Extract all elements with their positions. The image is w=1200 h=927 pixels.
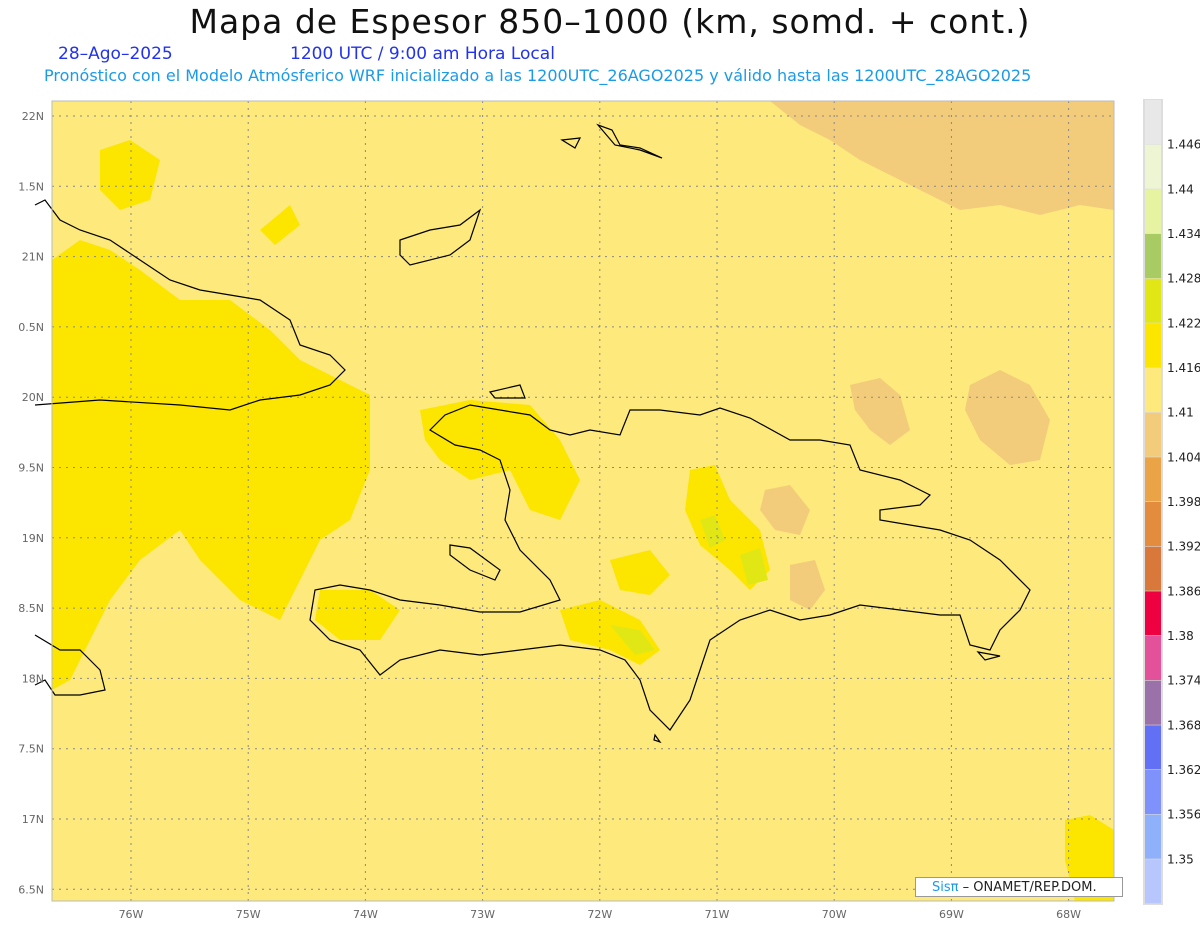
colorbar-swatch [1145, 725, 1161, 770]
forecast-date: 28–Ago–2025 [58, 44, 173, 64]
colorbar-label: 1.41 [1167, 406, 1194, 420]
colorbar-swatch [1145, 546, 1161, 591]
colorbar-label: 1.374 [1167, 674, 1200, 688]
colorbar-swatch [1145, 323, 1161, 368]
colorbar-label: 1.398 [1167, 495, 1200, 509]
thickness-map: 22N 1.5N 21N 0.5N 20N 9.5N 19N 8.5N 18N 7.5N 17N 6.… [18, 99, 1200, 921]
colorbar-swatch [1145, 680, 1161, 725]
lon-tick-label: 73W [470, 908, 495, 921]
colorbar-label: 1.404 [1167, 450, 1200, 464]
credit-text: – ONAMET/REP.DOM. [958, 880, 1097, 895]
colorbar-swatch [1145, 457, 1161, 502]
lat-tick-label: 8.5N [18, 602, 44, 615]
colorbar-swatch [1145, 278, 1161, 323]
colorbar-label: 1.422 [1167, 316, 1200, 330]
colorbar-swatch [1145, 636, 1161, 681]
colorbar-swatch [1145, 591, 1161, 636]
lat-tick-label: 19N [22, 532, 44, 545]
colorbar-swatch [1145, 502, 1161, 547]
colorbar-swatch [1145, 100, 1161, 145]
lat-tick-label: 20N [22, 391, 44, 404]
colorbar-label: 1.386 [1167, 584, 1200, 598]
lon-tick-label: 72W [587, 908, 612, 921]
credit-box: Sisπ – ONAMET/REP.DOM. [915, 877, 1123, 897]
lat-tick-label: 21N [22, 251, 44, 264]
lat-tick-label: 22N [22, 110, 44, 123]
colorbar-swatch [1145, 859, 1161, 904]
lat-tick-label: 7.5N [18, 743, 44, 756]
lon-tick-label: 70W [822, 908, 847, 921]
colorbar-label: 1.38 [1167, 629, 1194, 643]
lat-tick-label: 9.5N [18, 462, 44, 475]
map-title: Mapa de Espesor 850–1000 (km, somd. + co… [189, 2, 1031, 41]
lon-tick-label: 75W [236, 908, 261, 921]
thickness-field [52, 101, 1114, 901]
lat-tick-label: 6.5N [18, 883, 44, 896]
colorbar-label: 1.368 [1167, 718, 1200, 732]
colorbar-label: 1.428 [1167, 272, 1200, 286]
lon-tick-label: 74W [353, 908, 378, 921]
lat-tick-label: 1.5N [18, 180, 44, 193]
colorbar-swatch [1145, 234, 1161, 279]
colorbar-swatch [1145, 412, 1161, 457]
colorbar-label: 1.446 [1167, 138, 1200, 152]
colorbar-label: 1.356 [1167, 808, 1200, 822]
lon-tick-label: 68W [1056, 908, 1081, 921]
colorbar-swatch [1145, 189, 1161, 234]
lon-tick-label: 69W [939, 908, 964, 921]
model-subtitle: Pronóstico con el Modelo Atmósferico WRF… [44, 66, 1032, 85]
lat-tick-label: 18N [22, 672, 44, 685]
lon-tick-label: 71W [705, 908, 730, 921]
colorbar-label: 1.392 [1167, 540, 1200, 554]
colorbar: 1.446 1.44 1.434 1.428 1.422 1.416 1.41 1.404 1.… [1143, 99, 1200, 905]
colorbar-label: 1.362 [1167, 763, 1200, 777]
colorbar-swatch [1145, 368, 1161, 413]
colorbar-swatch [1145, 770, 1161, 815]
forecast-time: 1200 UTC / 9:00 am Hora Local [290, 44, 555, 64]
colorbar-swatch [1145, 144, 1161, 189]
colorbar-label: 1.416 [1167, 361, 1200, 375]
colorbar-label: 1.434 [1167, 227, 1200, 241]
lat-tick-label: 0.5N [18, 321, 44, 334]
lat-tick-label: 17N [22, 813, 44, 826]
lon-tick-label: 76W [119, 908, 144, 921]
colorbar-label: 1.35 [1167, 852, 1194, 866]
credit-brand: Sisπ [932, 880, 959, 895]
colorbar-label: 1.44 [1167, 182, 1194, 196]
colorbar-swatch [1145, 814, 1161, 859]
